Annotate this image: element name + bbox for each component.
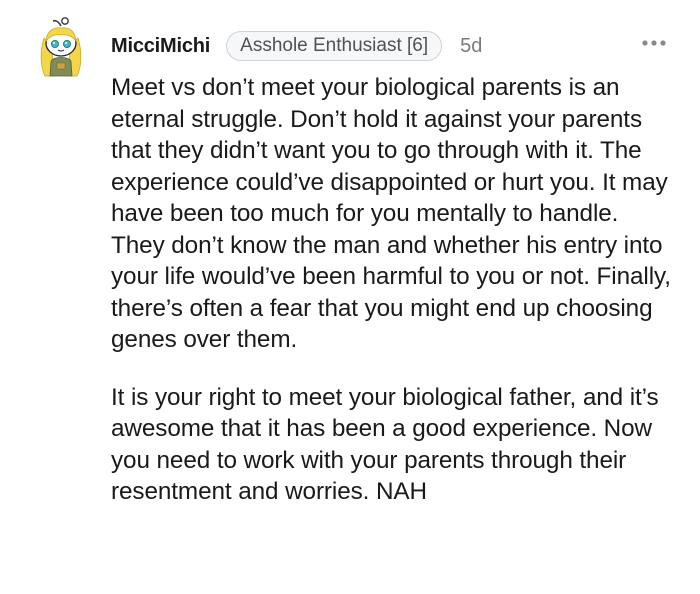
more-options-button[interactable] <box>639 28 669 58</box>
timestamp[interactable]: 5d <box>460 35 482 58</box>
username-link[interactable]: MicciMichi <box>111 35 210 58</box>
comment-header: MicciMichi Asshole Enthusiast [6] 5d <box>111 30 482 62</box>
snoo-avatar-icon <box>40 17 82 77</box>
comment: MicciMichi Asshole Enthusiast [6] 5d Mee… <box>0 0 700 594</box>
comment-paragraph: Meet vs don’t meet your biological paren… <box>111 74 671 353</box>
more-horizontal-icon <box>642 40 666 46</box>
comment-body: Meet vs don’t meet your biological paren… <box>111 72 676 508</box>
comment-paragraph: It is your right to meet your biological… <box>111 383 659 506</box>
user-flair-badge: Asshole Enthusiast [6] <box>226 31 443 61</box>
avatar[interactable] <box>30 16 92 78</box>
